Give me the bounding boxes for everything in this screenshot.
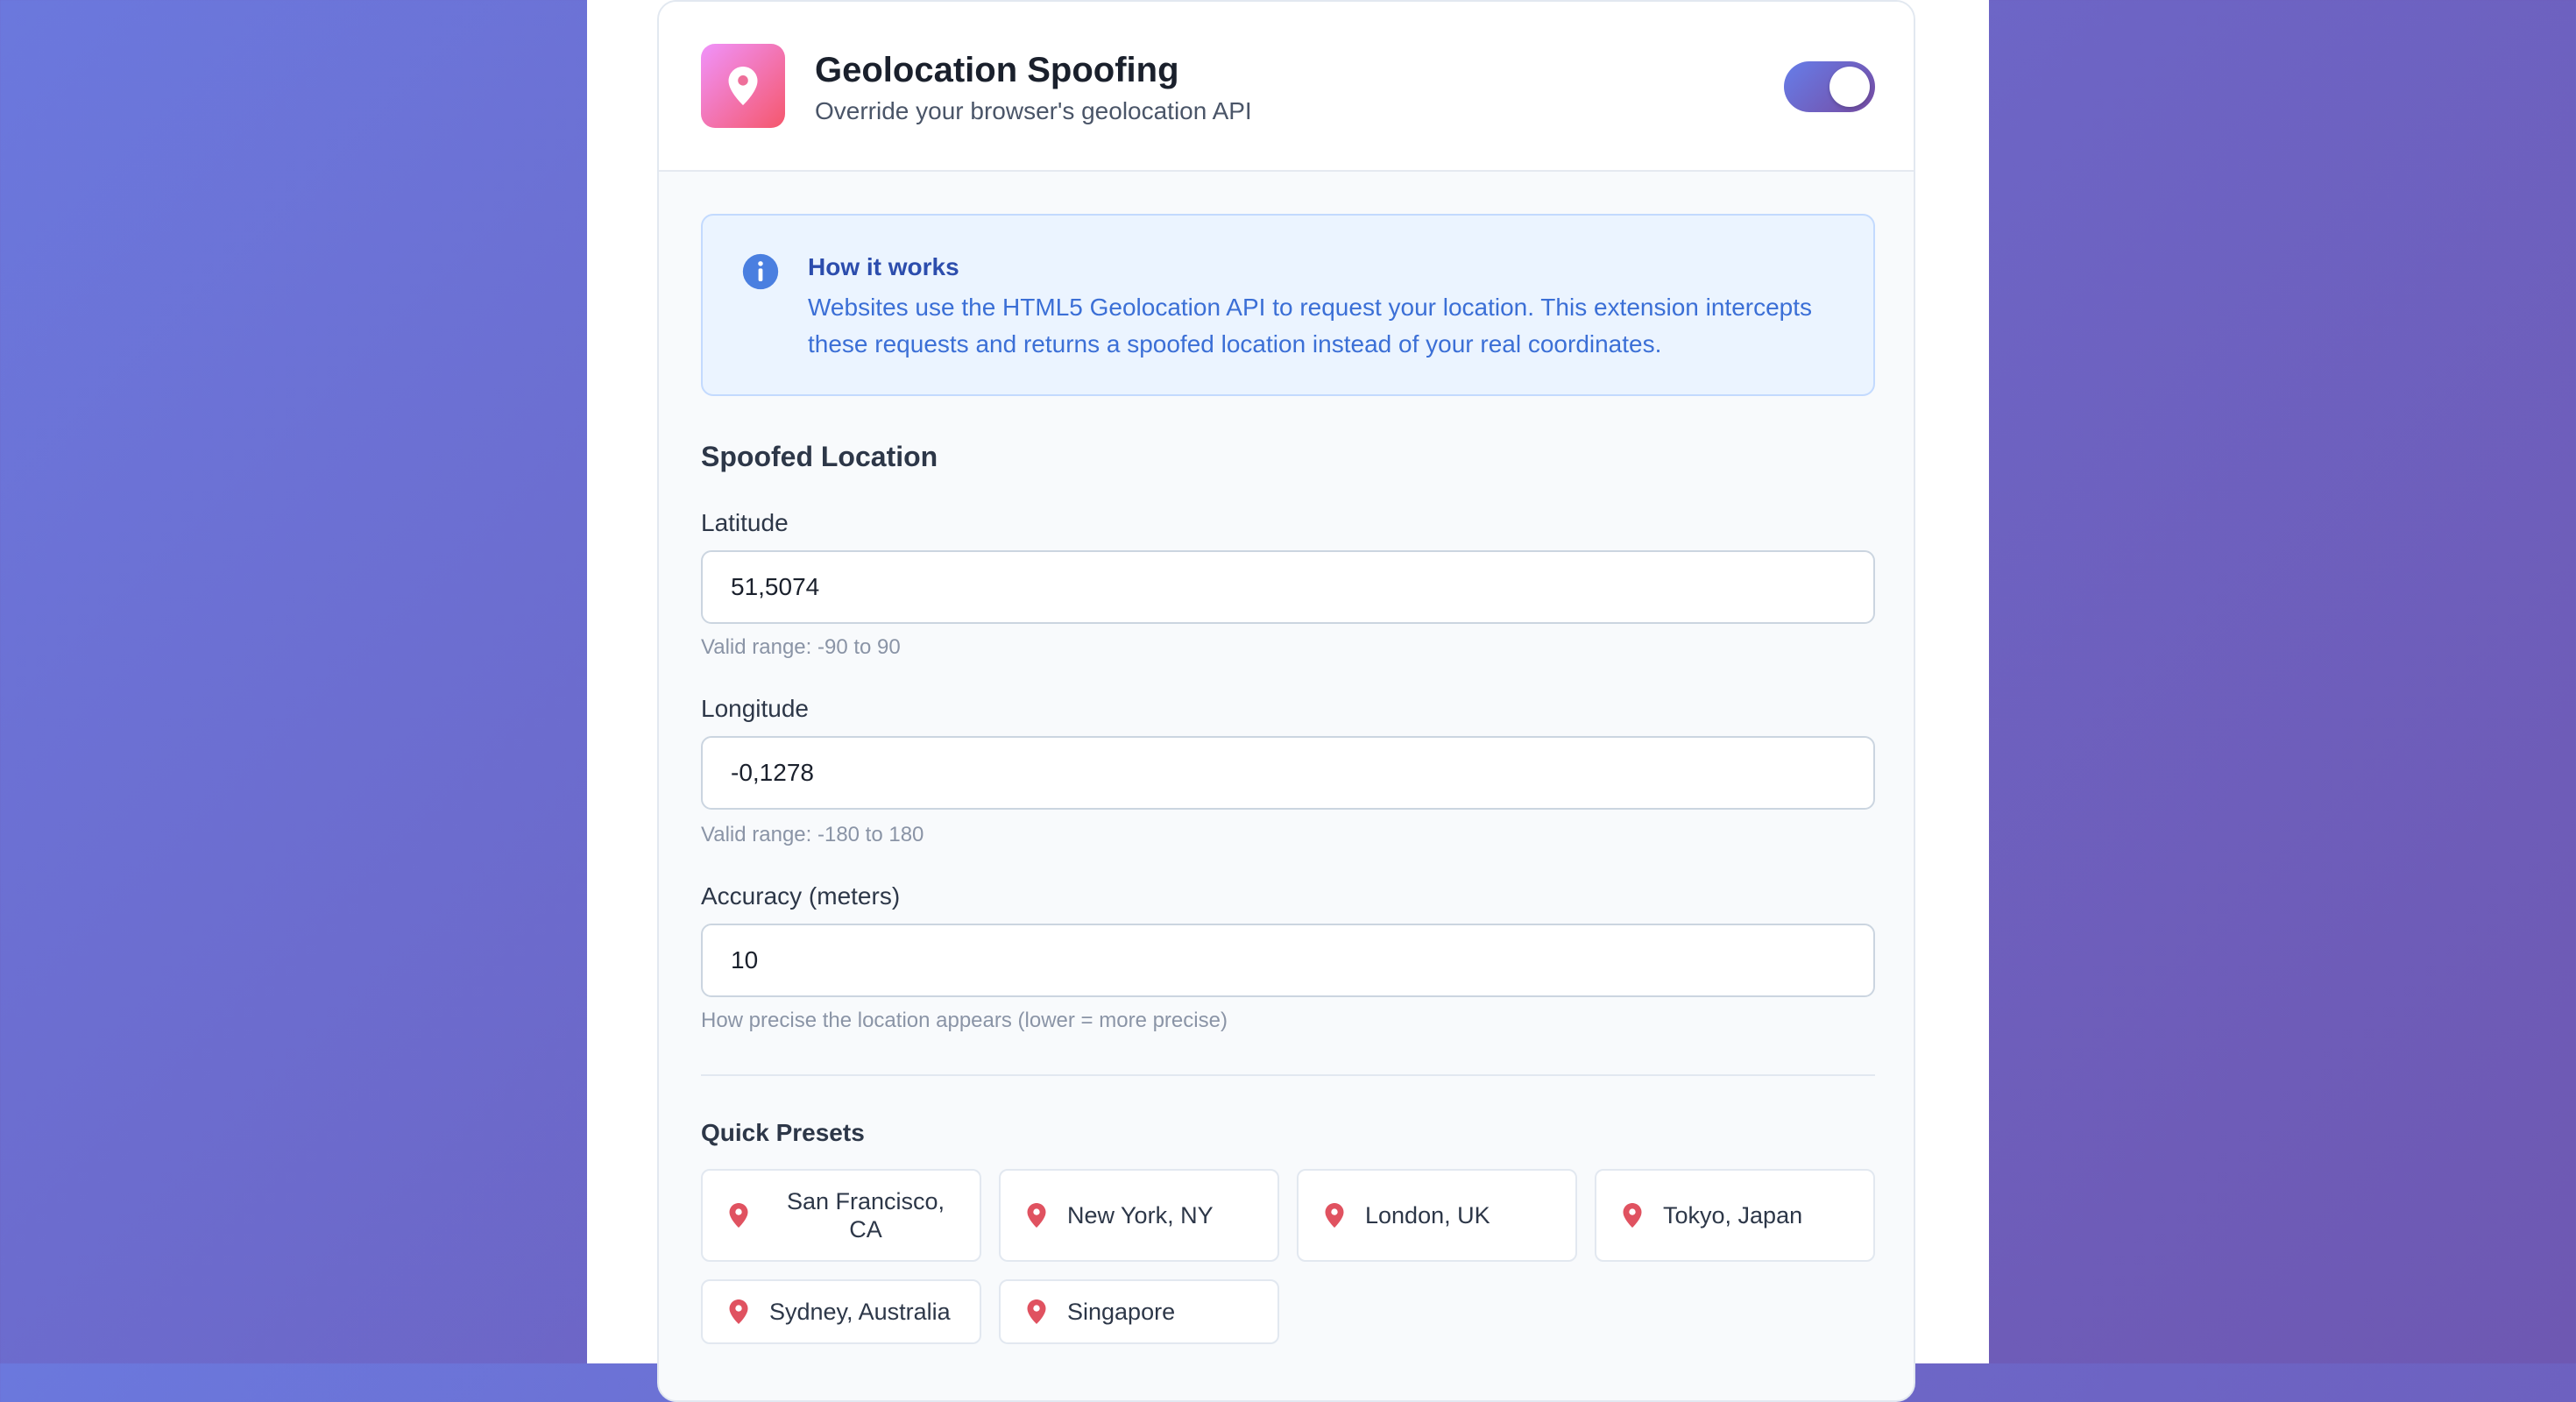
card-header: Geolocation Spoofing Override your brows… <box>659 2 1914 172</box>
preset-label: New York, NY <box>1067 1202 1214 1229</box>
map-pin-icon <box>1623 1203 1642 1232</box>
preset-tokyo[interactable]: Tokyo, Japan <box>1595 1169 1875 1262</box>
map-pin-icon <box>729 1203 748 1232</box>
page-subtitle: Override your browser's geolocation API <box>815 97 1252 124</box>
info-icon <box>741 252 780 295</box>
map-pin-icon <box>701 44 785 128</box>
accuracy-input[interactable] <box>701 924 1875 997</box>
map-pin-icon <box>1027 1203 1046 1232</box>
info-text: Websites use the HTML5 Geolocation API t… <box>808 294 1813 358</box>
latitude-input[interactable] <box>701 550 1875 624</box>
preset-label: Sydney, Australia <box>769 1299 951 1325</box>
geolocation-card: Geolocation Spoofing Override your brows… <box>657 0 1915 1402</box>
latitude-label: Latitude <box>701 509 789 536</box>
longitude-label: Longitude <box>701 695 810 722</box>
preset-sydney[interactable]: Sydney, Australia <box>701 1279 981 1344</box>
latitude-hint: Valid range: -90 to 90 <box>701 635 901 659</box>
preset-label: Singapore <box>1067 1299 1176 1325</box>
longitude-input[interactable] <box>701 736 1875 810</box>
preset-singapore[interactable]: Singapore <box>999 1279 1279 1344</box>
map-pin-icon <box>1027 1299 1046 1328</box>
presets-title: Quick Presets <box>701 1119 865 1146</box>
preset-new-york[interactable]: New York, NY <box>999 1169 1279 1262</box>
preset-label: London, UK <box>1365 1202 1490 1229</box>
toggle-knob <box>1829 67 1870 107</box>
preset-london[interactable]: London, UK <box>1297 1169 1577 1262</box>
main-panel: Geolocation Spoofing Override your brows… <box>587 0 1989 1402</box>
divider <box>701 1074 1875 1076</box>
spoofing-toggle[interactable] <box>1784 61 1875 112</box>
preset-label: San Francisco, CA <box>786 1188 945 1243</box>
preset-label: Tokyo, Japan <box>1663 1202 1803 1229</box>
map-pin-icon <box>729 1299 748 1328</box>
section-title: Spoofed Location <box>701 441 938 472</box>
info-box: How it works Websites use the HTML5 Geol… <box>701 214 1875 396</box>
page-title: Geolocation Spoofing <box>815 51 1179 89</box>
longitude-hint: Valid range: -180 to 180 <box>701 823 924 846</box>
info-title: How it works <box>808 253 959 280</box>
preset-san-francisco[interactable]: San Francisco, CA <box>701 1169 981 1262</box>
map-pin-icon <box>1325 1203 1344 1232</box>
accuracy-hint: How precise the location appears (lower … <box>701 1009 1228 1032</box>
accuracy-label: Accuracy (meters) <box>701 882 901 910</box>
